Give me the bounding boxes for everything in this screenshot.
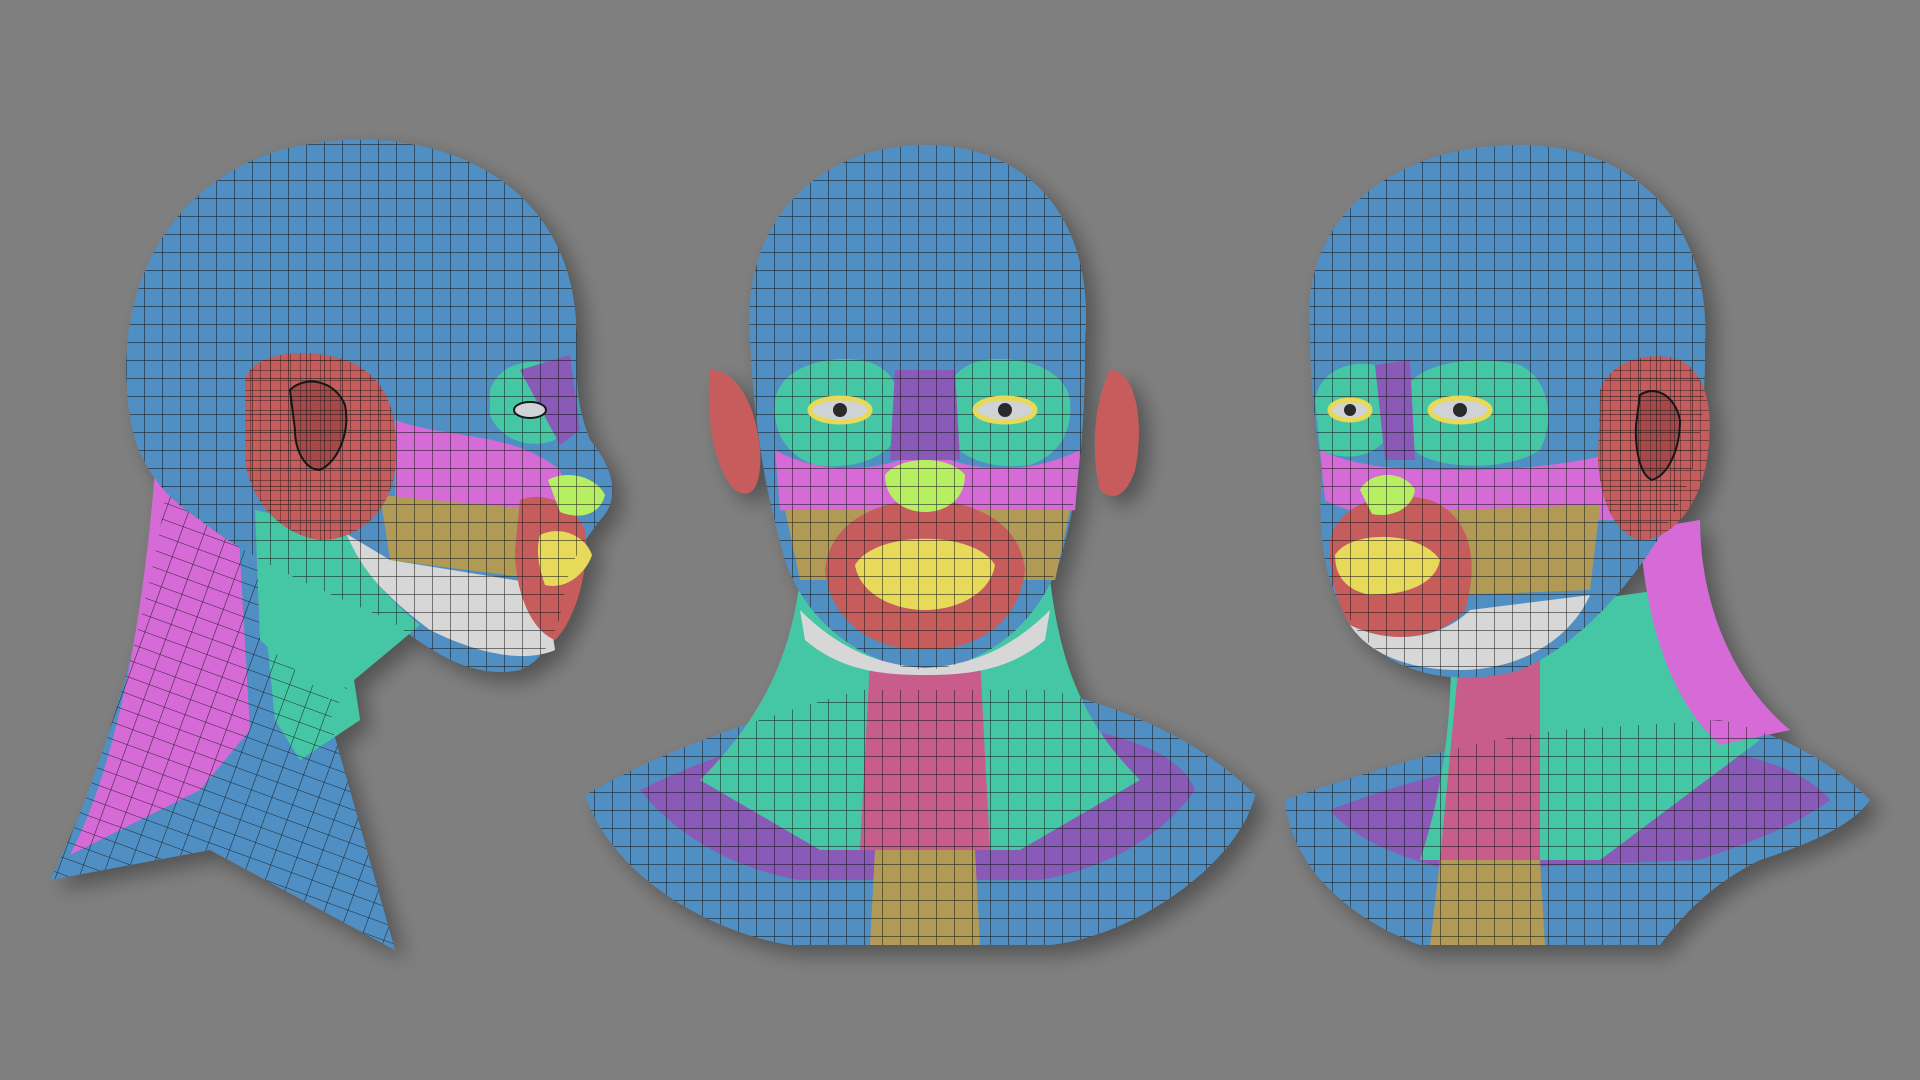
tq-bust-grid <box>1285 720 1870 945</box>
tq-pupil-right <box>1453 403 1467 417</box>
front-pupil-right <box>998 403 1012 417</box>
tq-pupil-left <box>1344 404 1356 416</box>
three-quarter-view-head <box>1285 145 1870 945</box>
front-bust-grid <box>585 690 1255 945</box>
front-view-head <box>585 145 1255 945</box>
side-eye-icon <box>513 401 547 419</box>
viewport <box>0 0 1920 1080</box>
front-ear-left <box>708 370 761 494</box>
tq-ear-grid <box>1598 356 1710 540</box>
side-view-head <box>50 139 613 950</box>
render-scene <box>50 139 1870 950</box>
front-pupil-left <box>833 403 847 417</box>
front-ear-right <box>1094 370 1139 496</box>
